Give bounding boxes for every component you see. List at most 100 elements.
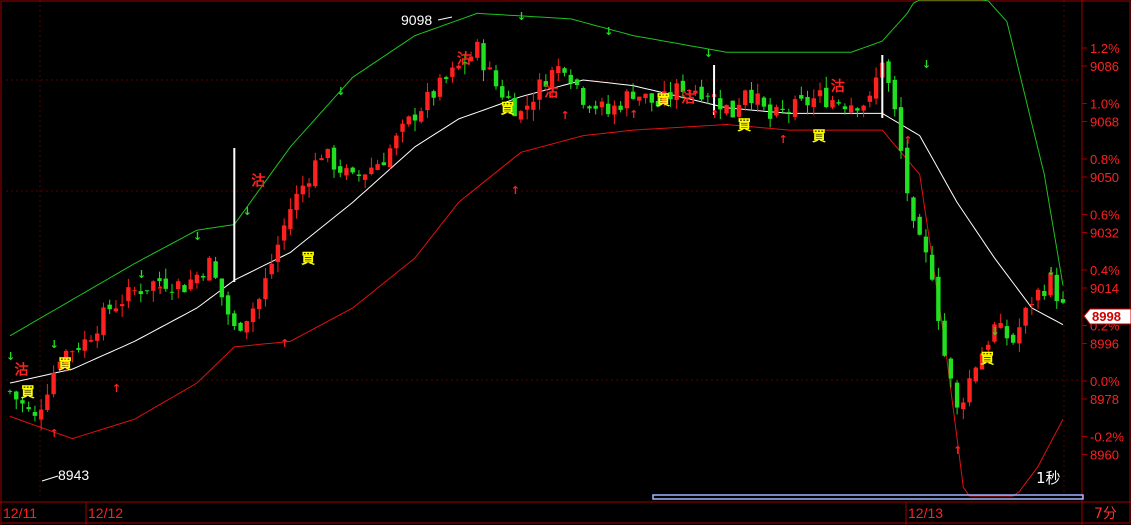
candle bbox=[200, 273, 206, 281]
candle bbox=[188, 270, 193, 292]
candle-body bbox=[518, 111, 524, 120]
candle-body bbox=[1042, 291, 1047, 296]
buy-signal-label: 買 bbox=[737, 118, 752, 134]
axis-price-label: 8960 bbox=[1090, 448, 1119, 463]
candle-body bbox=[936, 276, 941, 321]
candle-body bbox=[250, 308, 256, 323]
high-price-label: 9098 bbox=[401, 12, 432, 28]
up-arrow-icon: ↑ bbox=[50, 427, 59, 440]
candle bbox=[263, 268, 268, 307]
candle bbox=[824, 76, 829, 109]
candle-body bbox=[786, 112, 792, 114]
candle-body bbox=[867, 95, 873, 102]
candle-body bbox=[425, 91, 430, 111]
candle-body bbox=[126, 287, 131, 302]
candle bbox=[805, 90, 810, 115]
candle-body bbox=[954, 382, 960, 408]
candle-body bbox=[649, 93, 654, 103]
candle-body bbox=[724, 104, 729, 114]
candle bbox=[531, 92, 536, 121]
candle bbox=[232, 310, 237, 331]
candle bbox=[743, 89, 748, 111]
candle bbox=[936, 267, 941, 330]
candle-body bbox=[830, 100, 835, 108]
up-arrow-icon: ↑ bbox=[112, 382, 121, 395]
candle-body bbox=[294, 193, 299, 210]
candle-body bbox=[1054, 274, 1059, 302]
down-arrow-icon: ↓ bbox=[193, 230, 202, 243]
candle-body bbox=[350, 167, 355, 173]
candle-body bbox=[917, 216, 922, 235]
candle bbox=[605, 95, 611, 117]
candle bbox=[724, 104, 729, 116]
candle bbox=[836, 99, 841, 106]
candle-body bbox=[774, 107, 779, 116]
candle-body bbox=[699, 86, 704, 100]
candle-body bbox=[144, 290, 150, 292]
candle bbox=[730, 100, 735, 118]
candle-body bbox=[873, 77, 879, 99]
sell-signal-label: 沽 bbox=[831, 78, 845, 95]
candle bbox=[830, 95, 835, 110]
candle-body bbox=[587, 106, 592, 109]
candle bbox=[32, 405, 38, 422]
candle bbox=[537, 73, 542, 110]
candle-body bbox=[200, 275, 206, 278]
up-arrow-icon: ↑ bbox=[511, 184, 520, 197]
up-arrow-icon: ↑ bbox=[953, 444, 962, 457]
candle-body bbox=[961, 402, 966, 410]
candle-body bbox=[319, 158, 324, 161]
candles bbox=[7, 39, 1066, 431]
candle-body bbox=[344, 168, 349, 176]
candle bbox=[1042, 284, 1047, 300]
candle bbox=[961, 397, 966, 420]
candle-body bbox=[855, 108, 860, 111]
down-arrow-icon: ↓ bbox=[243, 205, 252, 218]
candle-body bbox=[95, 333, 100, 341]
up-arrow-icon: ↑ bbox=[280, 337, 289, 350]
candle-body bbox=[743, 90, 748, 106]
candle-body bbox=[400, 123, 405, 132]
candle-body bbox=[618, 105, 623, 110]
price-axis: 1.2% 9086 1.0% 9068 0.8% 9050 0.6% 9032 0.4% 9014… bbox=[1082, 41, 1124, 463]
candle bbox=[1004, 319, 1010, 346]
candle bbox=[257, 297, 262, 320]
candle-body bbox=[14, 391, 19, 400]
sell-signal-label: 沽 bbox=[544, 84, 558, 101]
candle-body bbox=[973, 367, 978, 382]
candle-body bbox=[861, 105, 866, 111]
candle bbox=[643, 93, 648, 104]
period-label[interactable]: 7分 bbox=[1094, 506, 1117, 522]
horizontal-scrollbar[interactable] bbox=[652, 494, 1084, 500]
candle-body bbox=[805, 96, 810, 106]
axis-pct-label: 1.0% bbox=[1090, 97, 1120, 112]
axis-price-label: 8996 bbox=[1090, 337, 1119, 352]
candle-body bbox=[842, 106, 848, 110]
candle-body bbox=[375, 164, 380, 170]
candle bbox=[749, 82, 754, 111]
candle bbox=[524, 94, 530, 120]
candle bbox=[774, 104, 779, 118]
candle-body bbox=[70, 351, 75, 353]
candle bbox=[618, 100, 623, 113]
candle bbox=[101, 302, 106, 341]
candle bbox=[1060, 291, 1066, 305]
candle bbox=[107, 299, 112, 315]
candle bbox=[269, 253, 274, 279]
bollinger-bands bbox=[9, 0, 1064, 497]
candle bbox=[954, 380, 960, 415]
candle bbox=[294, 185, 299, 219]
candle bbox=[182, 284, 187, 293]
candle-body bbox=[1035, 289, 1041, 301]
candle bbox=[356, 170, 362, 182]
up-arrow-icon: ↑ bbox=[903, 134, 912, 147]
candle bbox=[381, 152, 387, 166]
candle bbox=[574, 78, 580, 89]
candle bbox=[1010, 332, 1016, 345]
high-pointer bbox=[437, 16, 453, 21]
candle bbox=[238, 321, 243, 332]
candle bbox=[119, 294, 125, 317]
candle bbox=[612, 100, 617, 125]
axis-price-label: 9050 bbox=[1090, 170, 1119, 185]
candle bbox=[867, 91, 873, 108]
